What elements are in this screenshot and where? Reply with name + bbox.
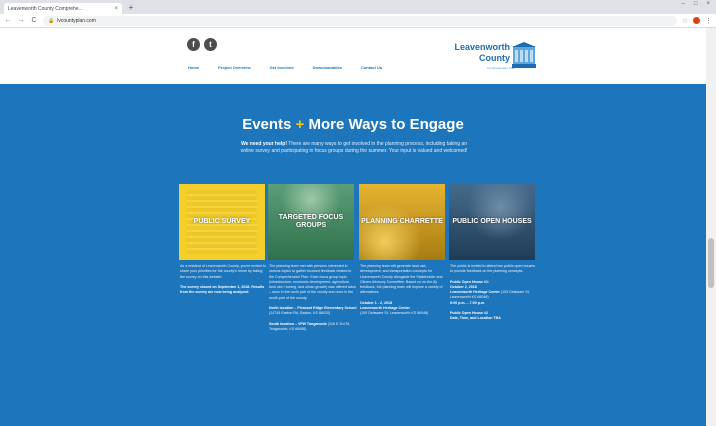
extension-icon[interactable] bbox=[693, 17, 700, 24]
focus-description: The planning team met with persons inter… bbox=[269, 264, 357, 300]
open-house-description: The public is invited to attend two publ… bbox=[450, 264, 536, 274]
section-title: Events + More Ways to Engage bbox=[0, 116, 706, 133]
browser-toolbar: ← → C 🔒 lvcountyplan.com ☆ ⋮ bbox=[0, 14, 716, 28]
charrette-description: The planning team will generate land use… bbox=[360, 264, 443, 295]
nav-contact-us[interactable]: Contact Us bbox=[361, 65, 382, 70]
open-house-1-date: October 2, 2018 bbox=[450, 284, 477, 289]
tab-strip: Leavenworth County Comprehe... × + – □ × bbox=[0, 0, 716, 14]
url-text[interactable]: lvcountyplan.com bbox=[57, 18, 96, 24]
reload-button[interactable]: C bbox=[30, 17, 38, 24]
card-planning-charrette[interactable]: PLANNING CHARRETTE bbox=[359, 184, 445, 260]
engage-section bbox=[0, 84, 716, 426]
card-label: PUBLIC SURVEY bbox=[193, 218, 251, 225]
back-button[interactable]: ← bbox=[4, 17, 12, 24]
twitter-icon[interactable]: t bbox=[204, 38, 217, 51]
open-houses-column: The public is invited to attend two publ… bbox=[450, 264, 538, 327]
open-house-1-venue: Leavenworth Heritage Center bbox=[450, 290, 500, 295]
open-house-2-heading: Public Open House #2 bbox=[450, 311, 488, 316]
lock-icon: 🔒 bbox=[48, 17, 55, 24]
card-label: PUBLIC OPEN HOUSES bbox=[452, 218, 532, 225]
browser-menu-icon[interactable]: ⋮ bbox=[705, 17, 712, 25]
survey-status: The survey closed on September 1, 2018. … bbox=[180, 284, 265, 295]
charrette-venue: Leavenworth Heritage Center bbox=[360, 306, 410, 311]
new-tab-button[interactable]: + bbox=[126, 3, 136, 13]
survey-column: As a resident of Leavenworth County, you… bbox=[180, 264, 268, 300]
page-scrollbar[interactable] bbox=[706, 28, 716, 426]
nav-downloadables[interactable]: Downloadables bbox=[313, 65, 342, 70]
scrollbar-thumb[interactable] bbox=[708, 238, 714, 288]
focus-groups-column: The planning team met with persons inter… bbox=[269, 264, 357, 337]
nav-project-overview[interactable]: Project Overview bbox=[218, 65, 250, 70]
card-public-survey[interactable]: PUBLIC SURVEY bbox=[179, 184, 265, 260]
card-label: PLANNING CHARRETTE bbox=[361, 218, 443, 225]
tab-close-icon[interactable]: × bbox=[114, 6, 118, 12]
window-controls: – □ × bbox=[682, 1, 710, 7]
address-bar[interactable]: 🔒 lvcountyplan.com bbox=[43, 15, 677, 26]
title-part-events: Events bbox=[242, 116, 296, 133]
bookmark-star-icon[interactable]: ☆ bbox=[682, 17, 688, 25]
nav-get-involved[interactable]: Get Involved bbox=[270, 65, 294, 70]
close-window-button[interactable]: × bbox=[706, 1, 710, 7]
site-logo[interactable]: Leavenworth County Comprehensive Plan bbox=[428, 42, 538, 74]
open-house-1-time: 5:00 p.m. – 7:00 p.m. bbox=[450, 300, 486, 305]
logo-line-1: Leavenworth bbox=[454, 42, 510, 52]
open-house-2-detail: Date, Time, and Location TBA bbox=[450, 316, 501, 321]
title-part-ways: More Ways to Engage bbox=[304, 116, 464, 133]
charrette-address: (109 Delaware St, Leavenworth KS 66048) bbox=[360, 311, 429, 316]
open-house-1-heading: Public Open House #1: bbox=[450, 279, 490, 284]
north-address: (24745 Easton Rd, Easton, KS 66020) bbox=[269, 311, 331, 316]
browser-window: Leavenworth County Comprehe... × + – □ ×… bbox=[0, 0, 716, 426]
maximize-button[interactable]: □ bbox=[694, 1, 698, 7]
facebook-icon[interactable]: f bbox=[187, 38, 200, 51]
tab-title: Leavenworth County Comprehe... bbox=[8, 5, 83, 12]
nav-home[interactable]: Home bbox=[188, 65, 199, 70]
social-links: f t bbox=[187, 38, 217, 51]
south-location: South location – VFW Tonganoxie bbox=[269, 321, 327, 326]
browser-tab[interactable]: Leavenworth County Comprehe... × bbox=[4, 3, 122, 14]
survey-description: As a resident of Leavenworth County, you… bbox=[180, 264, 266, 279]
card-open-houses[interactable]: PUBLIC OPEN HOUSES bbox=[449, 184, 535, 260]
charrette-column: The planning team will generate land use… bbox=[360, 264, 448, 322]
title-plus: + bbox=[295, 116, 305, 133]
logo-line-2: County bbox=[479, 53, 510, 63]
forward-button[interactable]: → bbox=[17, 17, 25, 24]
intro-bold: We need your help! bbox=[240, 141, 287, 147]
main-nav: Home Project Overview Get Involved Downl… bbox=[188, 65, 382, 70]
logo-line-3: Comprehensive Plan bbox=[487, 66, 515, 70]
courthouse-logo-icon bbox=[512, 42, 536, 68]
charrette-date: October 1 - 2, 2018 bbox=[360, 300, 392, 305]
card-label: TARGETED FOCUS GROUPS bbox=[278, 214, 344, 229]
card-focus-groups[interactable]: TARGETED FOCUS GROUPS bbox=[268, 184, 354, 260]
section-intro: We need your help! There are many ways t… bbox=[238, 141, 470, 156]
minimize-button[interactable]: – bbox=[682, 1, 685, 7]
site-header: f t Home Project Overview Get Involved D… bbox=[0, 28, 716, 84]
north-location: North location – Pleasant Ridge Elementa… bbox=[269, 306, 357, 311]
